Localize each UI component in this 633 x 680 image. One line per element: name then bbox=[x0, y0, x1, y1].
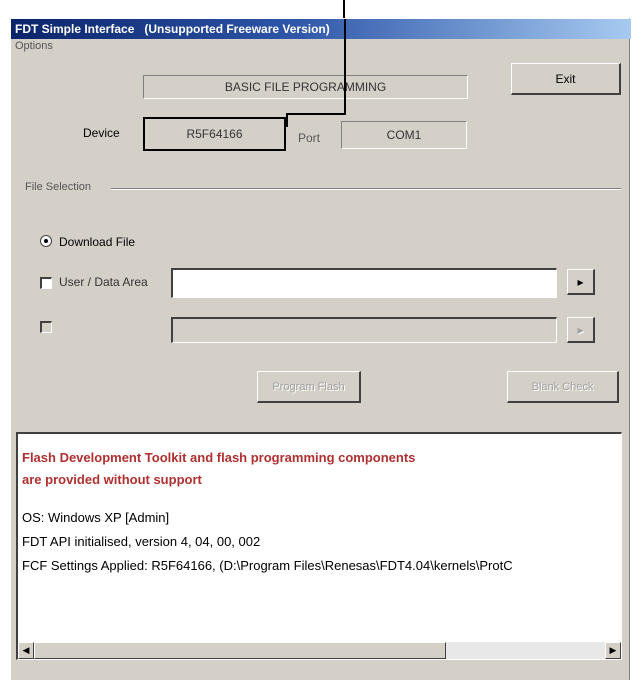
log-line: FDT API initialised, version 4, 04, 00, … bbox=[22, 534, 261, 549]
file-selection-divider bbox=[111, 188, 621, 190]
program-flash-label: Program Flash bbox=[272, 381, 345, 393]
callout-line-vertical bbox=[344, 19, 346, 115]
exit-button-label: Exit bbox=[555, 72, 576, 86]
title-bar: FDT Simple Interface (Unsupported Freewa… bbox=[11, 19, 631, 39]
arrow-right-icon: ▶ bbox=[609, 645, 617, 655]
download-file-radio[interactable] bbox=[40, 235, 52, 247]
output-log[interactable]: Flash Development Toolkit and flash prog… bbox=[16, 432, 622, 660]
port-value: COM1 bbox=[386, 128, 422, 142]
callout-line-top bbox=[343, 0, 345, 20]
user-data-area-checkbox[interactable] bbox=[40, 277, 52, 289]
user-data-area-input[interactable] bbox=[171, 268, 557, 298]
arrow-left-icon: ◀ bbox=[22, 645, 30, 655]
log-line: FCF Settings Applied: R5F64166, (D:\Prog… bbox=[22, 558, 513, 573]
log-line: Flash Development Toolkit and flash prog… bbox=[22, 450, 416, 465]
menu-options[interactable]: Options bbox=[15, 40, 53, 52]
callout-line-horizontal bbox=[286, 113, 346, 115]
mode-label: BASIC FILE PROGRAMMING bbox=[224, 80, 387, 94]
program-flash-button[interactable]: Program Flash bbox=[257, 371, 361, 403]
user-data-area-browse-button[interactable]: ▸ bbox=[567, 269, 595, 295]
horizontal-scrollbar[interactable]: ◀ ▶ bbox=[18, 642, 621, 659]
device-label: Device bbox=[83, 126, 120, 140]
second-area-browse-button[interactable]: ▸ bbox=[567, 317, 595, 343]
device-value-box: R5F64166 bbox=[143, 117, 286, 151]
second-action-button[interactable]: Blank Check bbox=[507, 371, 619, 403]
device-value: R5F64166 bbox=[186, 127, 243, 141]
scroll-thumb[interactable] bbox=[34, 642, 446, 659]
menu-bar: Options bbox=[11, 39, 631, 55]
second-action-label: Blank Check bbox=[531, 381, 594, 393]
log-line: are provided without support bbox=[22, 472, 202, 487]
port-label: Port bbox=[298, 131, 321, 145]
scroll-left-button[interactable]: ◀ bbox=[18, 642, 34, 659]
second-area-checkbox[interactable] bbox=[40, 321, 52, 333]
log-line: OS: Windows XP [Admin] bbox=[22, 510, 170, 525]
callout-line-drop bbox=[286, 113, 288, 127]
file-selection-label: File Selection bbox=[25, 181, 92, 193]
port-value-box: COM1 bbox=[341, 121, 467, 149]
play-icon: ▸ bbox=[577, 323, 584, 337]
exit-button[interactable]: Exit bbox=[511, 63, 621, 95]
second-area-input[interactable] bbox=[171, 317, 557, 343]
user-data-area-label[interactable]: User / Data Area bbox=[59, 275, 148, 289]
scroll-right-button[interactable]: ▶ bbox=[605, 642, 621, 659]
download-file-label[interactable]: Download File bbox=[59, 235, 135, 249]
mode-label-box: BASIC FILE PROGRAMMING bbox=[143, 75, 468, 99]
play-icon: ▸ bbox=[577, 275, 584, 289]
